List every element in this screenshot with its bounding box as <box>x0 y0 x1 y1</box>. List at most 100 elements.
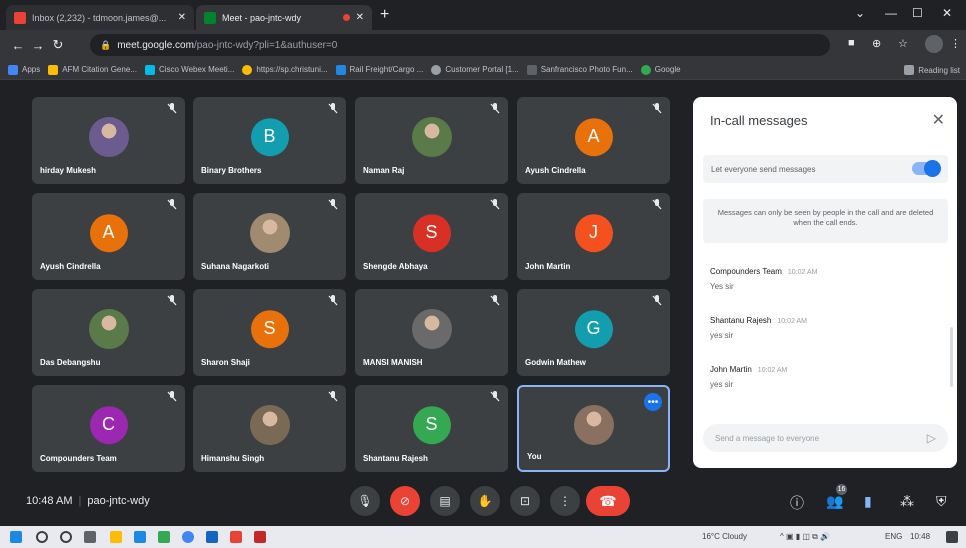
participant-tile[interactable]: A Ayush Cindrella <box>32 193 185 280</box>
close-icon[interactable]: ✕ <box>932 110 945 130</box>
participant-tile[interactable]: Das Debangshu <box>32 289 185 376</box>
host-controls-icon[interactable]: ⛨ <box>936 493 947 510</box>
participant-name: hirday Mukesh <box>40 166 97 175</box>
participant-tile[interactable]: Himanshu Singh <box>193 385 346 472</box>
leave-call-button[interactable]: ☎ <box>586 486 630 516</box>
app-icon[interactable] <box>158 531 170 543</box>
menu-icon[interactable]: ⋮ <box>950 37 961 50</box>
back-button[interactable]: ← <box>8 38 28 53</box>
participant-tile[interactable]: C Compounders Team <box>32 385 185 472</box>
tab-meet[interactable]: Meet - pao-jntc-wdy ✕ <box>196 5 372 30</box>
participant-name: Ayush Cindrella <box>525 166 586 175</box>
activities-icon[interactable]: ⁂ <box>900 493 914 510</box>
chevron-down-icon[interactable]: ⌄ <box>855 6 865 20</box>
meeting-details[interactable]: 10:48 AM | pao-jntc-wdy <box>26 495 150 507</box>
people-icon[interactable]: 👥 <box>826 493 843 510</box>
pdf-icon[interactable] <box>254 531 266 543</box>
close-tab-icon[interactable]: ✕ <box>356 12 364 23</box>
star-icon[interactable]: ☆ <box>898 37 908 50</box>
word-icon[interactable] <box>206 531 218 543</box>
self-tile[interactable]: You ••• <box>517 385 670 472</box>
info-icon[interactable]: ⓘ <box>790 493 804 513</box>
people-count-badge: 16 <box>836 484 847 495</box>
chat-message: Shantanu Rajesh 10:02 AM yes sir <box>710 316 807 340</box>
message-time: 10:02 AM <box>787 269 818 276</box>
more-options-button[interactable]: ⋮ <box>550 486 580 516</box>
store-icon[interactable] <box>134 531 146 543</box>
mic-muted-icon <box>490 391 500 402</box>
camera-off-button[interactable]: ⊘ <box>390 486 420 516</box>
tab-meet-title: Meet - pao-jntc-wdy <box>222 12 302 23</box>
chat-scrollbar[interactable] <box>950 327 953 387</box>
bookmark-item[interactable]: Sanfrancisco Photo Fun... <box>526 64 633 75</box>
cortana-icon[interactable] <box>60 531 72 543</box>
camera-off-icon: ⊘ <box>399 494 411 508</box>
participant-name: Ayush Cindrella <box>40 262 101 271</box>
bookmark-label: Google <box>654 65 681 74</box>
present-button[interactable]: ⊡ <box>510 486 540 516</box>
file-explorer-icon[interactable] <box>110 531 122 543</box>
chrome-icon[interactable] <box>182 531 194 543</box>
windows-start-icon[interactable] <box>10 531 22 543</box>
chat-icon[interactable]: ▮ <box>864 493 872 510</box>
participant-tile[interactable]: B Binary Brothers <box>193 97 346 184</box>
profile-avatar[interactable] <box>925 35 943 53</box>
participant-tile[interactable]: A Ayush Cindrella <box>517 97 670 184</box>
notifications-icon[interactable] <box>946 531 958 543</box>
camera-indicator-icon[interactable]: ■ <box>848 37 855 49</box>
forward-button[interactable]: → <box>28 38 48 53</box>
search-icon[interactable] <box>36 531 48 543</box>
task-view-icon[interactable] <box>84 531 96 543</box>
participant-tile[interactable]: G Godwin Mathew <box>517 289 670 376</box>
minimize-button[interactable]: — <box>885 6 897 20</box>
mic-muted-icon <box>167 295 177 306</box>
apps-icon <box>8 64 18 75</box>
bookmark-item[interactable]: Google <box>640 64 681 75</box>
bookmark-item[interactable]: Rail Freight/Cargo ... <box>335 64 424 75</box>
gmail-icon <box>14 11 26 24</box>
send-icon[interactable]: ▷ <box>927 431 936 445</box>
send-messages-setting: Let everyone send messages <box>703 155 948 183</box>
bookmark-icon <box>526 64 537 75</box>
participant-tile[interactable]: MANSI MANISH <box>355 289 508 376</box>
weather-widget[interactable]: 16°C Cloudy <box>702 532 747 541</box>
microphone-button[interactable]: 🎙 <box>350 486 380 516</box>
bookmark-item[interactable]: Customer Portal [1... <box>431 64 519 75</box>
raise-hand-button[interactable]: ✋ <box>470 486 500 516</box>
maximize-button[interactable]: ☐ <box>912 6 923 20</box>
captions-button[interactable]: ▤ <box>430 486 460 516</box>
recording-dot-icon <box>342 14 350 21</box>
close-tab-icon[interactable]: ✕ <box>178 12 186 23</box>
participant-tile[interactable]: S Shantanu Rajesh <box>355 385 508 472</box>
new-tab-button[interactable]: + <box>380 6 389 24</box>
bookmark-label: Rail Freight/Cargo ... <box>349 65 424 74</box>
participant-tile[interactable]: Suhana Nagarkoti <box>193 193 346 280</box>
tab-gmail[interactable]: Inbox (2,232) - tdmoon.james@... ✕ <box>6 5 194 30</box>
language-indicator[interactable]: ENG <box>885 532 902 541</box>
app-icon[interactable] <box>230 531 242 543</box>
participant-tile[interactable]: S Shengde Abhaya <box>355 193 508 280</box>
participant-tile[interactable]: hirday Mukesh <box>32 97 185 184</box>
participant-tile[interactable]: S Sharon Shaji <box>193 289 346 376</box>
bookmark-label: AFM Citation Gene... <box>62 65 137 74</box>
taskbar-clock[interactable]: 10:48 <box>910 532 930 541</box>
bookmark-item[interactable]: https://sp.christuni... <box>242 64 328 75</box>
participant-initial-avatar: J <box>574 213 613 252</box>
close-window-button[interactable]: ✕ <box>942 6 952 20</box>
participant-tile[interactable]: Naman Raj <box>355 97 508 184</box>
bookmark-item[interactable]: AFM Citation Gene... <box>48 64 137 75</box>
reload-button[interactable]: ↻ <box>48 37 68 53</box>
bookmark-item[interactable]: Cisco Webex Meeti... <box>144 64 234 75</box>
chat-message-input[interactable]: Send a message to everyone ▷ <box>703 424 948 452</box>
address-bar[interactable]: 🔒 meet.google.com/pao-jntc-wdy?pli=1&aut… <box>90 34 830 56</box>
bookmark-apps[interactable]: Apps <box>8 64 40 75</box>
toggle-label: Let everyone send messages <box>711 164 816 174</box>
tray-icons[interactable]: ^ ▣ ▮ ◫ ⧉ 🔊 <box>780 532 830 542</box>
send-messages-toggle[interactable] <box>912 160 941 177</box>
participant-tile[interactable]: J John Martin <box>517 193 670 280</box>
reading-list[interactable]: Reading list <box>904 65 960 75</box>
share-icon[interactable]: ⊕ <box>872 37 881 50</box>
participant-photo-avatar <box>249 212 290 253</box>
chat-message: Compounders Team 10:02 AM Yes sir <box>710 267 817 291</box>
more-options-icon[interactable]: ••• <box>644 393 662 411</box>
